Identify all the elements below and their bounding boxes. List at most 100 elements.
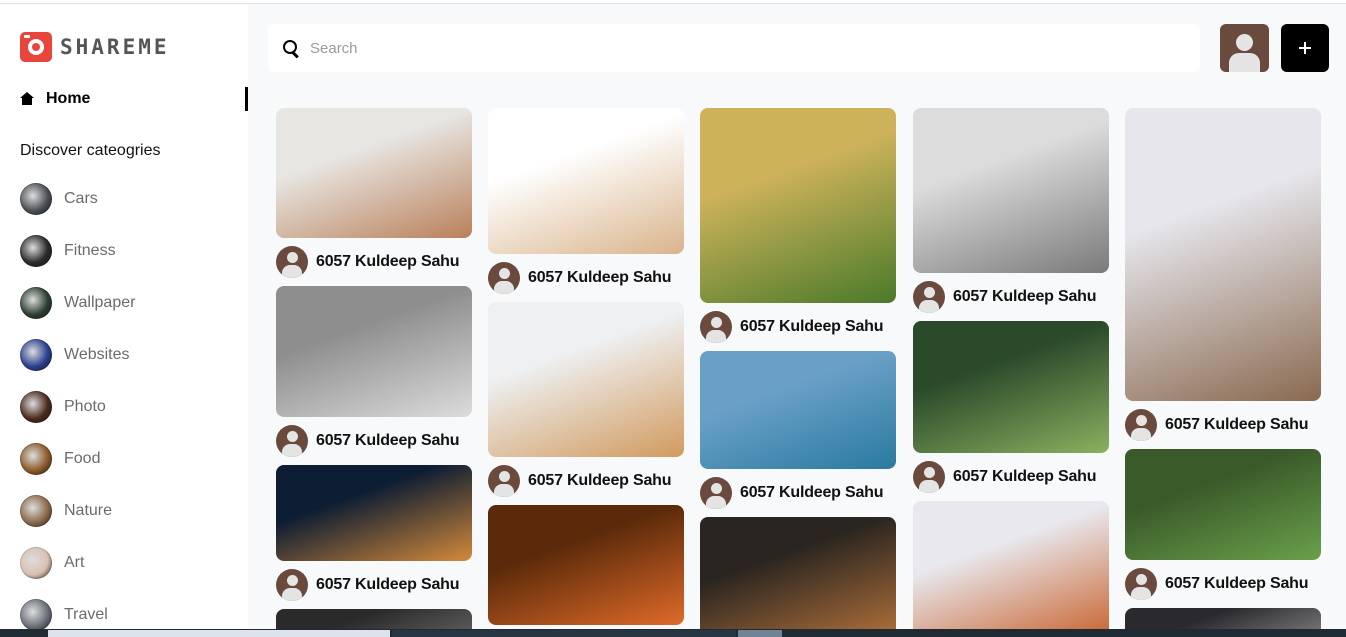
sidebar-item-cars[interactable]: Cars (20, 183, 98, 215)
sidebar-item-art[interactable]: Art (20, 547, 84, 579)
pin-card[interactable]: 6057 Kuldeep Sahu (276, 465, 472, 609)
taskbar-window[interactable] (48, 630, 390, 637)
author-avatar (700, 477, 732, 509)
pin-author[interactable]: 6057 Kuldeep Sahu (276, 561, 472, 609)
orange-cat-image[interactable] (488, 302, 684, 457)
create-pin-button[interactable] (1281, 24, 1329, 72)
sidebar-item-fitness[interactable]: Fitness (20, 235, 116, 267)
plus-icon (1299, 42, 1311, 54)
author-avatar (913, 281, 945, 313)
pin-author[interactable]: 6057 Kuldeep Sahu (913, 453, 1109, 501)
sidebar-item-home[interactable]: Home (20, 87, 248, 111)
taskbar-window[interactable] (392, 630, 736, 637)
author-name: 6057 Kuldeep Sahu (528, 269, 672, 286)
mountain-lake-image[interactable] (700, 351, 896, 469)
author-name: 6057 Kuldeep Sahu (1165, 416, 1309, 433)
category-thumbnail (20, 235, 52, 267)
pin-card[interactable]: 6057 Kuldeep Sahu (913, 108, 1109, 321)
author-avatar (913, 461, 945, 493)
author-avatar (1125, 568, 1157, 600)
author-avatar (276, 246, 308, 278)
category-label: Nature (64, 502, 113, 519)
category-thumbnail (20, 443, 52, 475)
pin-card[interactable]: 6057 Kuldeep Sahu (276, 286, 472, 465)
pin-author[interactable]: 6057 Kuldeep Sahu (276, 238, 472, 286)
pin-card[interactable]: 6057 Kuldeep Sahu (700, 351, 896, 517)
pin-card[interactable]: 6057 Kuldeep Sahu (700, 108, 896, 351)
sidebar: SHAREME Home Discover cateogries Cars Fit… (0, 5, 248, 629)
pin-author[interactable]: 6057 Kuldeep Sahu (488, 457, 684, 505)
white-grey-cat-image[interactable] (913, 108, 1109, 273)
category-label: Cars (64, 190, 98, 207)
pin-card[interactable]: 6057 Kuldeep Sahu (913, 321, 1109, 501)
category-thumbnail (20, 287, 52, 319)
fast-food-image[interactable] (276, 465, 472, 561)
pin-author[interactable]: 6057 Kuldeep Sahu (488, 254, 684, 302)
food-bowls-image[interactable] (700, 517, 896, 629)
category-label: Wallpaper (64, 294, 136, 311)
category-thumbnail (20, 495, 52, 527)
partial-image-image[interactable] (276, 609, 472, 629)
category-label: Art (64, 554, 85, 571)
sidebar-item-wallpaper[interactable]: Wallpaper (20, 287, 135, 319)
sidebar-item-travel[interactable]: Travel (20, 599, 108, 629)
pasta-dish-image[interactable] (488, 505, 684, 625)
pin-author[interactable]: 6057 Kuldeep Sahu (1125, 401, 1321, 449)
pin-feed: 6057 Kuldeep Sahu 6057 Kuldeep Sahu 6057 K… (276, 108, 1346, 629)
category-label: Food (64, 450, 101, 467)
author-avatar (276, 569, 308, 601)
camera-icon (20, 32, 52, 62)
author-name: 6057 Kuldeep Sahu (316, 253, 460, 270)
category-thumbnail (20, 547, 52, 579)
search-input[interactable] (310, 39, 1170, 57)
pin-author[interactable]: 6057 Kuldeep Sahu (700, 303, 896, 351)
pin-author[interactable]: 6057 Kuldeep Sahu (700, 469, 896, 517)
pug-dog-image[interactable] (488, 108, 684, 254)
partial-image-image[interactable] (1125, 608, 1321, 629)
category-label: Travel (64, 606, 108, 623)
sidebar-item-websites[interactable]: Websites (20, 339, 130, 371)
author-name: 6057 Kuldeep Sahu (953, 468, 1097, 485)
author-avatar (1125, 409, 1157, 441)
category-thumbnail (20, 339, 52, 371)
tabby-cat-image[interactable] (1125, 108, 1321, 401)
forest-stream-image[interactable] (913, 321, 1109, 453)
pin-card[interactable]: 6057 Kuldeep Sahu (1125, 449, 1321, 608)
pin-card[interactable] (1125, 608, 1321, 629)
feed-column: 6057 Kuldeep Sahu 6057 Kuldeep Sahu (1125, 108, 1321, 629)
taskbar-window[interactable] (738, 630, 782, 637)
tree-in-globe-image[interactable] (1125, 449, 1321, 560)
feed-column: 6057 Kuldeep Sahu 6057 Kuldeep Sahu 6057 K… (276, 108, 472, 629)
pin-card[interactable] (488, 505, 684, 625)
logo-text: SHAREME (60, 35, 170, 59)
search-bar[interactable] (268, 24, 1200, 72)
pin-card[interactable] (276, 609, 472, 629)
pin-card[interactable] (913, 501, 1109, 629)
pin-author[interactable]: 6057 Kuldeep Sahu (913, 273, 1109, 321)
author-name: 6057 Kuldeep Sahu (316, 576, 460, 593)
pin-author[interactable]: 6057 Kuldeep Sahu (1125, 560, 1321, 608)
sidebar-item-nature[interactable]: Nature (20, 495, 112, 527)
category-thumbnail (20, 391, 52, 423)
sidebar-item-label: Home (46, 90, 91, 107)
home-icon (20, 92, 34, 106)
pin-card[interactable]: 6057 Kuldeep Sahu (488, 302, 684, 505)
sidebar-item-photo[interactable]: Photo (20, 391, 106, 423)
pin-card[interactable]: 6057 Kuldeep Sahu (488, 108, 684, 302)
author-avatar (700, 311, 732, 343)
category-thumbnail (20, 599, 52, 629)
author-name: 6057 Kuldeep Sahu (1165, 575, 1309, 592)
author-name: 6057 Kuldeep Sahu (316, 432, 460, 449)
pin-card[interactable]: 6057 Kuldeep Sahu (276, 108, 472, 286)
pin-author[interactable]: 6057 Kuldeep Sahu (276, 417, 472, 465)
grey-persian-cat-image[interactable] (276, 286, 472, 417)
user-avatar[interactable] (1220, 24, 1269, 72)
pin-card[interactable] (700, 517, 896, 629)
pin-card[interactable]: 6057 Kuldeep Sahu (1125, 108, 1321, 449)
poodle-dog-image[interactable] (276, 108, 472, 238)
feed-column: 6057 Kuldeep Sahu 6057 Kuldeep Sahu (488, 108, 684, 625)
app-logo[interactable]: SHAREME (20, 32, 170, 62)
golden-retriever-image[interactable] (700, 108, 896, 303)
roasted-salmon-image[interactable] (913, 501, 1109, 629)
sidebar-item-food[interactable]: Food (20, 443, 100, 475)
